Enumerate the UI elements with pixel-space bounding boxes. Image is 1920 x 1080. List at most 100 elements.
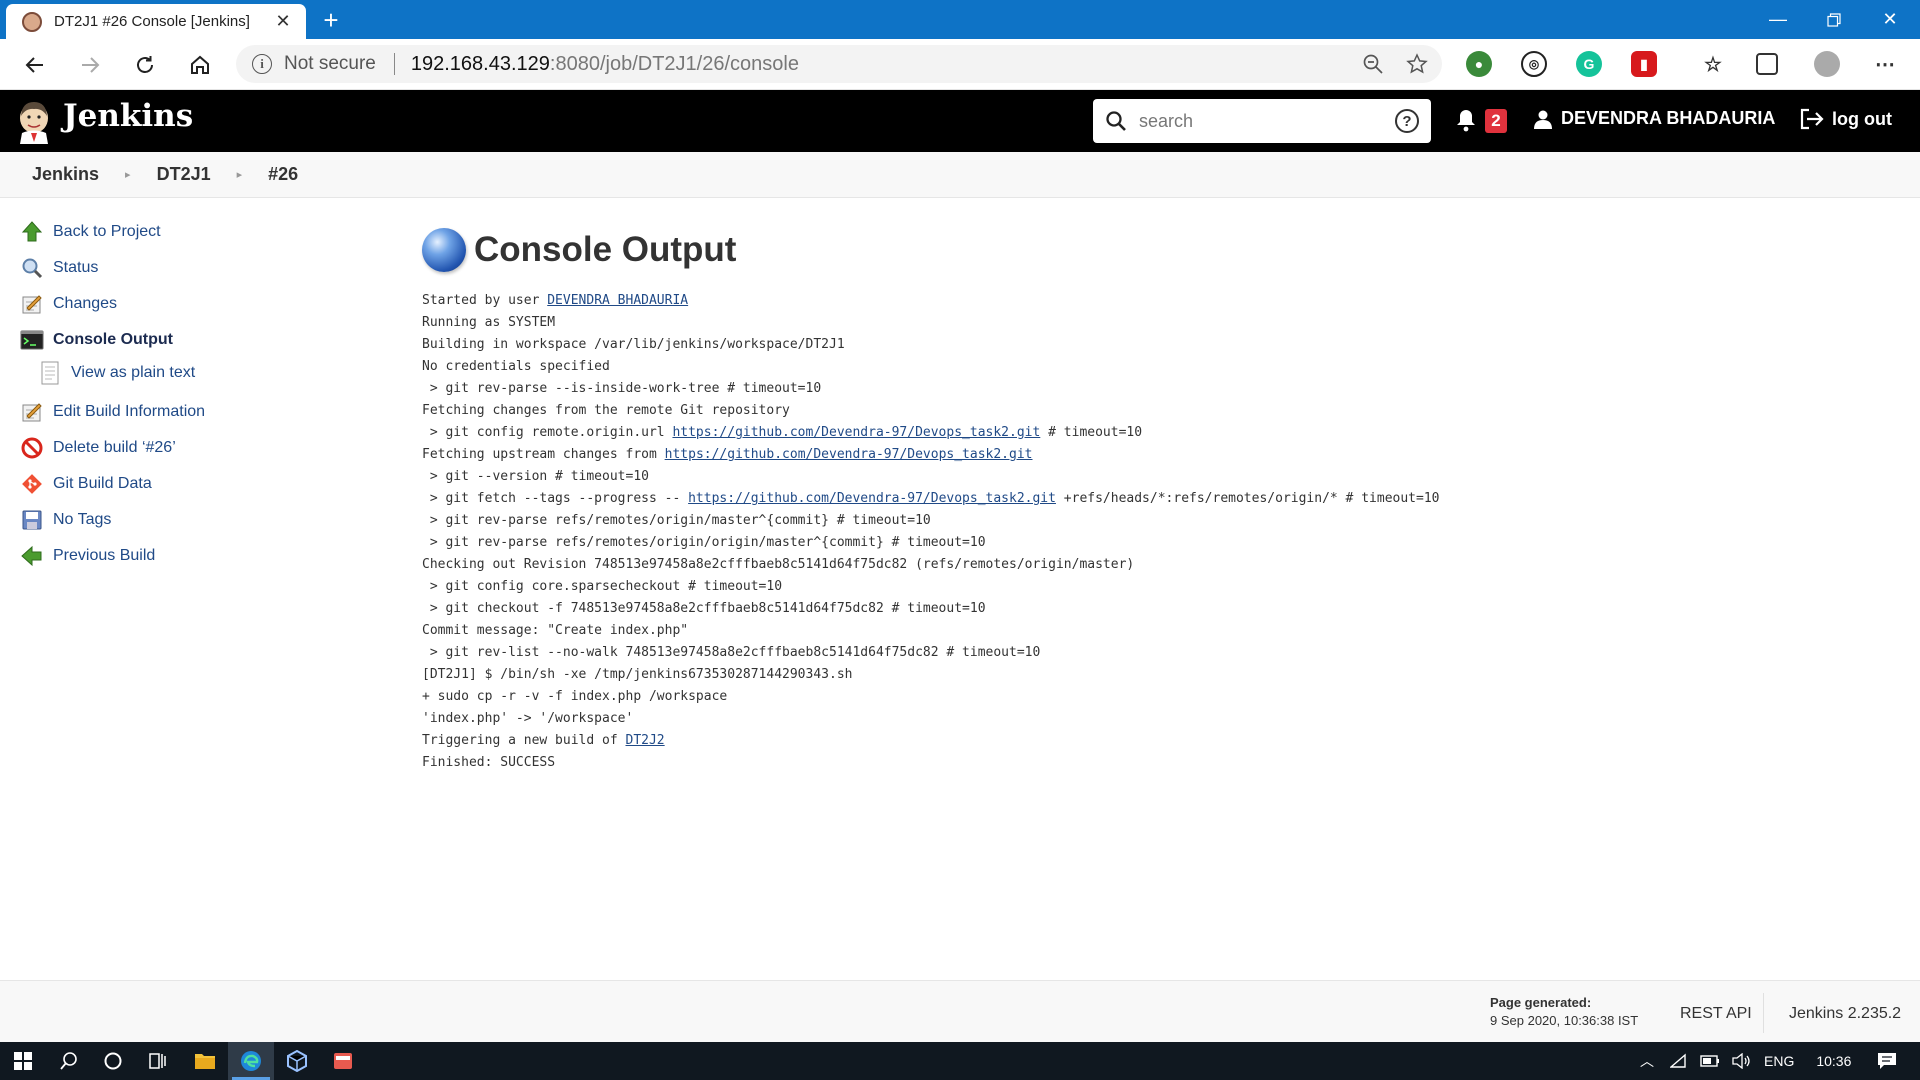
sidebar-item-label: Previous Build [53,547,156,564]
windows-taskbar: ︿ ENG 10:36 [0,1042,1920,1080]
help-icon[interactable]: ? [1395,109,1419,133]
task-view-icon[interactable] [134,1042,180,1080]
console-text: Building in workspace /var/lib/jenkins/w… [422,337,845,352]
console-text: Fetching changes from the remote Git rep… [422,403,790,418]
console-line: Commit message: "Create index.php" [422,620,1882,642]
volume-icon[interactable] [1732,1053,1750,1069]
refresh-button[interactable] [123,39,167,90]
logout-link[interactable]: log out [1800,108,1892,130]
close-tab-icon[interactable]: ✕ [272,11,294,32]
console-text: > git --version # timeout=10 [422,469,649,484]
console-link[interactable]: https://github.com/Devendra-97/Devops_ta… [688,491,1056,506]
extension-sync-icon[interactable]: ◎ [1521,51,1547,77]
restore-button[interactable] [1806,0,1862,39]
favorite-star-icon[interactable] [1406,53,1428,75]
search-input[interactable] [1139,110,1395,132]
zoom-icon[interactable] [1362,53,1384,75]
sidebar-item-label: Console Output [53,331,173,348]
sidebar-item-edit-build-information[interactable]: Edit Build Information [19,394,349,430]
breadcrumb-job[interactable]: DT2J1 [157,164,211,185]
search-taskbar-icon[interactable] [46,1042,92,1080]
console-line: + sudo cp -r -v -f index.php /workspace [422,686,1882,708]
close-window-button[interactable]: ✕ [1862,0,1918,39]
console-line: > git --version # timeout=10 [422,466,1882,488]
more-menu-icon[interactable]: ⋯ [1872,51,1898,77]
profile-avatar-icon[interactable] [1814,51,1840,77]
console-text: No credentials specified [422,359,610,374]
edge-browser-icon[interactable] [228,1042,274,1080]
user-menu[interactable]: DEVENDRA BHADAURIA [1533,108,1775,129]
breadcrumb-build[interactable]: #26 [268,164,298,185]
console-link[interactable]: https://github.com/Devendra-97/Devops_ta… [665,447,1033,462]
browser-toolbar: i Not secure 192.168.43.129 :8080/job/DT… [0,39,1920,90]
sidebar-item-label: Edit Build Information [53,403,206,420]
jenkins-brand[interactable]: Jenkins [63,98,193,134]
minimize-button[interactable]: — [1750,0,1806,39]
collections-icon[interactable] [1756,53,1778,75]
console-link[interactable]: DT2J2 [626,733,665,748]
console-line: 'index.php' -> '/workspace' [422,708,1882,730]
console-line: Fetching changes from the remote Git rep… [422,400,1882,422]
jenkins-logo-icon[interactable] [16,98,52,144]
notepad-icon [19,399,45,425]
back-button[interactable] [13,39,57,90]
sidebar-item-git-build-data[interactable]: Git Build Data [19,466,349,502]
url-path: :8080/job/DT2J1/26/console [549,52,799,75]
cortana-icon[interactable] [90,1042,136,1080]
breadcrumb: Jenkins ▸ DT2J1 ▸ #26 [0,152,1920,198]
console-line: Finished: SUCCESS [422,752,1882,774]
new-tab-button[interactable]: + [316,6,346,34]
console-link[interactable]: https://github.com/Devendra-97/Devops_ta… [672,425,1040,440]
jenkins-header: Jenkins ? 2 DEVENDRA BHADAURIA log out [0,90,1920,152]
sidebar-item-delete-build[interactable]: Delete build ‘#26’ [19,430,349,466]
file-explorer-icon[interactable] [182,1042,228,1080]
sidebar-item-changes[interactable]: Changes [19,286,349,322]
address-bar[interactable]: i Not secure 192.168.43.129 :8080/job/DT… [236,45,1442,83]
page-generated-value: 9 Sep 2020, 10:36:38 IST [1490,1013,1639,1028]
breadcrumb-jenkins[interactable]: Jenkins [32,164,99,185]
info-icon[interactable]: i [252,54,272,74]
console-text: > git config remote.origin.url [422,425,673,440]
sidebar-item-label: Delete build ‘#26’ [53,439,176,456]
home-button[interactable] [178,39,222,90]
sidebar-item-view-plain-text[interactable]: View as plain text [19,358,349,388]
extension-globe-icon[interactable]: ● [1466,51,1492,77]
sidebar-item-status[interactable]: Status [19,250,349,286]
tab-title: DT2J1 #26 Console [Jenkins] [54,13,250,30]
sidebar-item-no-tags[interactable]: No Tags [19,502,349,538]
sidebar-item-back-to-project[interactable]: Back to Project [19,214,349,250]
battery-icon[interactable] [1700,1055,1720,1067]
virtualbox-icon[interactable] [274,1042,320,1080]
wifi-icon[interactable] [1670,1053,1688,1069]
no-entry-icon [19,435,45,461]
rest-api-link[interactable]: REST API [1680,1005,1752,1023]
username: DEVENDRA BHADAURIA [1561,108,1776,128]
console-text: +refs/heads/*:refs/remotes/origin/* # ti… [1055,491,1440,506]
git-icon [19,471,45,497]
sidebar-item-previous-build[interactable]: Previous Build [19,538,349,574]
tray-chevron-icon[interactable]: ︿ [1640,1051,1654,1071]
bell-icon[interactable] [1455,108,1477,132]
console-text: Finished: SUCCESS [422,755,556,770]
language-indicator[interactable]: ENG [1764,1053,1794,1069]
extension-shield-icon[interactable]: ▮ [1631,51,1657,77]
windows-start-icon[interactable] [0,1042,46,1080]
favorites-list-icon[interactable]: ☆ [1700,51,1726,77]
console-link[interactable]: DEVENDRA BHADAURIA [547,293,688,308]
notification-badge[interactable]: 2 [1485,109,1507,133]
jenkins-version-link[interactable]: Jenkins 2.235.2 [1763,993,1920,1033]
back-arrow-icon [25,56,43,73]
console-line: > git rev-parse --is-inside-work-tree # … [422,378,1882,400]
sidebar-item-console-output[interactable]: Console Output [19,322,349,358]
app-icon[interactable] [320,1042,366,1080]
forward-button[interactable] [68,39,112,90]
clock[interactable]: 10:36 [1816,1053,1851,1069]
console-line: No credentials specified [422,356,1882,378]
console-line: [DT2J1] $ /bin/sh -xe /tmp/jenkins673530… [422,664,1882,686]
page-title: Console Output [474,230,737,269]
refresh-icon [137,55,153,73]
sidebar-item-label: Back to Project [53,223,161,240]
browser-tab[interactable]: DT2J1 #26 Console [Jenkins] ✕ [6,4,306,39]
grammarly-icon[interactable]: G [1576,51,1602,77]
notification-center-icon[interactable] [1877,1052,1897,1070]
